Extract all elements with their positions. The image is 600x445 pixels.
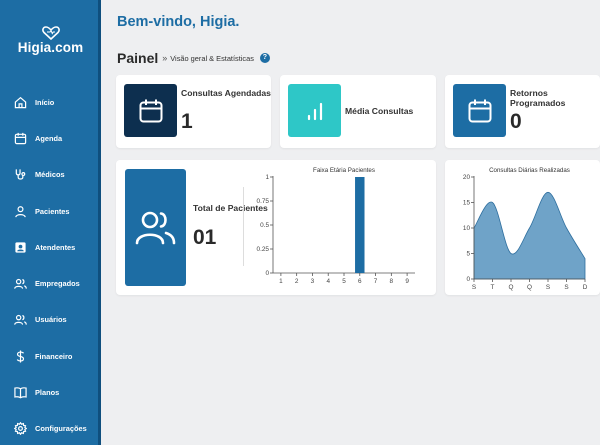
sidebar-item-label: Usuários bbox=[35, 315, 67, 325]
y-tick-label: 0.5 bbox=[260, 222, 269, 229]
help-icon[interactable]: ? bbox=[259, 53, 270, 63]
page-subtitle: Visão geral & Estatísticas bbox=[170, 53, 254, 63]
daily-chart: Consultas Diárias Realizadas 0 5 10 15 20 S T Q Q… bbox=[463, 167, 588, 291]
sidebar-item-label: Financeiro bbox=[35, 351, 73, 361]
gear-icon bbox=[14, 422, 27, 436]
sidebar-item-usuarios[interactable]: Usuários bbox=[0, 302, 101, 338]
sidebar-item-atendentes[interactable]: Atendentes bbox=[0, 229, 101, 265]
x-tick-label: 1 bbox=[279, 278, 283, 285]
x-tick-label: S bbox=[564, 284, 568, 291]
stat-card-consultas: Consultas Agendadas 1 bbox=[116, 75, 271, 148]
sidebar-item-financeiro[interactable]: Financeiro bbox=[0, 338, 101, 374]
daily-chart-card: Consultas Diárias Realizadas 0 5 10 15 20 S T Q Q… bbox=[445, 160, 600, 295]
y-tick-label: 0.75 bbox=[257, 198, 270, 205]
user-group-icon bbox=[14, 315, 27, 326]
calendar-icon bbox=[453, 84, 506, 137]
stethoscope-icon bbox=[15, 169, 26, 180]
page-title: Painel » Visão geral & Estatísticas ? bbox=[117, 50, 270, 66]
x-tick-label: T bbox=[491, 284, 495, 291]
age-chart: Faixa Etária Pacientes 0 0.25 0.5 0.75 1 1 2 3 4 5… bbox=[257, 167, 415, 285]
sidebar: Higia.com Início Agenda Médicos Paciente… bbox=[0, 0, 101, 445]
chart-title: Consultas Diárias Realizadas bbox=[489, 167, 570, 174]
sidebar-nav: Início Agenda Médicos Pacientes Atendent… bbox=[0, 84, 101, 445]
x-tick-label: 5 bbox=[342, 278, 346, 285]
x-tick-label: Q bbox=[509, 284, 514, 291]
y-tick-label: 20 bbox=[463, 174, 471, 181]
stat-card-retornos: Retornos Programados 0 bbox=[445, 75, 600, 148]
x-tick-label: 3 bbox=[311, 278, 315, 285]
patients-card: Total de Pacientes 01 Faixa Etária Pacie… bbox=[116, 160, 436, 295]
brand-name: Higia.com bbox=[17, 40, 84, 55]
y-tick-label: 0 bbox=[265, 270, 269, 277]
x-tick-label: S bbox=[472, 284, 476, 291]
x-tick-label: D bbox=[583, 284, 588, 291]
stat-label: Consultas Agendadas bbox=[181, 88, 271, 98]
sidebar-item-label: Empregados bbox=[35, 279, 80, 289]
dollar-icon bbox=[16, 350, 25, 363]
stat-label: Média Consultas bbox=[345, 106, 414, 116]
users-icon bbox=[14, 279, 27, 289]
sidebar-item-label: Médicos bbox=[35, 170, 65, 180]
x-tick-label: 8 bbox=[390, 278, 394, 285]
sidebar-item-configuracoes[interactable]: Configurações bbox=[0, 411, 101, 445]
y-tick-label: 15 bbox=[463, 200, 471, 207]
stat-value: 1 bbox=[181, 110, 193, 133]
x-tick-label: 2 bbox=[295, 278, 299, 285]
bar-chart-icon bbox=[288, 84, 341, 137]
stat-label: Retornos Programados bbox=[510, 88, 566, 109]
x-tick-label: 7 bbox=[374, 278, 378, 285]
heart-icon bbox=[41, 26, 60, 40]
sidebar-item-label: Atendentes bbox=[35, 242, 76, 252]
sidebar-item-agenda[interactable]: Agenda bbox=[0, 120, 101, 156]
sidebar-item-label: Agenda bbox=[35, 133, 63, 143]
sidebar-item-label: Planos bbox=[35, 388, 60, 398]
x-tick-label: S bbox=[546, 284, 550, 291]
sidebar-item-inicio[interactable]: Início bbox=[0, 84, 101, 120]
calendar-icon bbox=[124, 84, 177, 137]
greeting-title: Bem-vindo, Higia. bbox=[117, 14, 240, 30]
y-tick-label: 1 bbox=[265, 174, 269, 181]
sidebar-item-label: Pacientes bbox=[35, 206, 70, 216]
chart-title: Faixa Etária Pacientes bbox=[313, 167, 375, 174]
area-series bbox=[473, 191, 586, 280]
sidebar-item-planos[interactable]: Planos bbox=[0, 374, 101, 410]
x-tick-label: 4 bbox=[326, 278, 330, 285]
brand-logo[interactable]: Higia.com bbox=[0, 26, 101, 55]
y-tick-label: 0 bbox=[466, 276, 470, 283]
sidebar-item-medicos[interactable]: Médicos bbox=[0, 157, 101, 193]
sidebar-item-label: Configurações bbox=[35, 424, 87, 434]
user-icon bbox=[15, 205, 26, 217]
x-tick-label: Q bbox=[527, 284, 532, 291]
home-icon bbox=[14, 96, 27, 108]
bar bbox=[355, 177, 365, 273]
x-tick-label: 9 bbox=[405, 278, 409, 285]
stat-card-media: Média Consultas bbox=[280, 75, 436, 148]
sidebar-item-label: Início bbox=[35, 97, 55, 107]
id-badge-icon bbox=[15, 242, 26, 253]
sidebar-item-pacientes[interactable]: Pacientes bbox=[0, 193, 101, 229]
stat-value: 0 bbox=[510, 110, 522, 133]
y-tick-label: 5 bbox=[466, 251, 470, 258]
y-tick-label: 0.25 bbox=[257, 246, 270, 253]
book-icon bbox=[14, 387, 27, 399]
x-tick-label: 6 bbox=[358, 278, 362, 285]
y-tick-label: 10 bbox=[463, 225, 471, 232]
breadcrumb-separator: » bbox=[162, 53, 168, 63]
page-title-text: Painel bbox=[117, 50, 159, 66]
calendar-icon bbox=[14, 132, 27, 145]
sidebar-item-empregados[interactable]: Empregados bbox=[0, 265, 101, 301]
